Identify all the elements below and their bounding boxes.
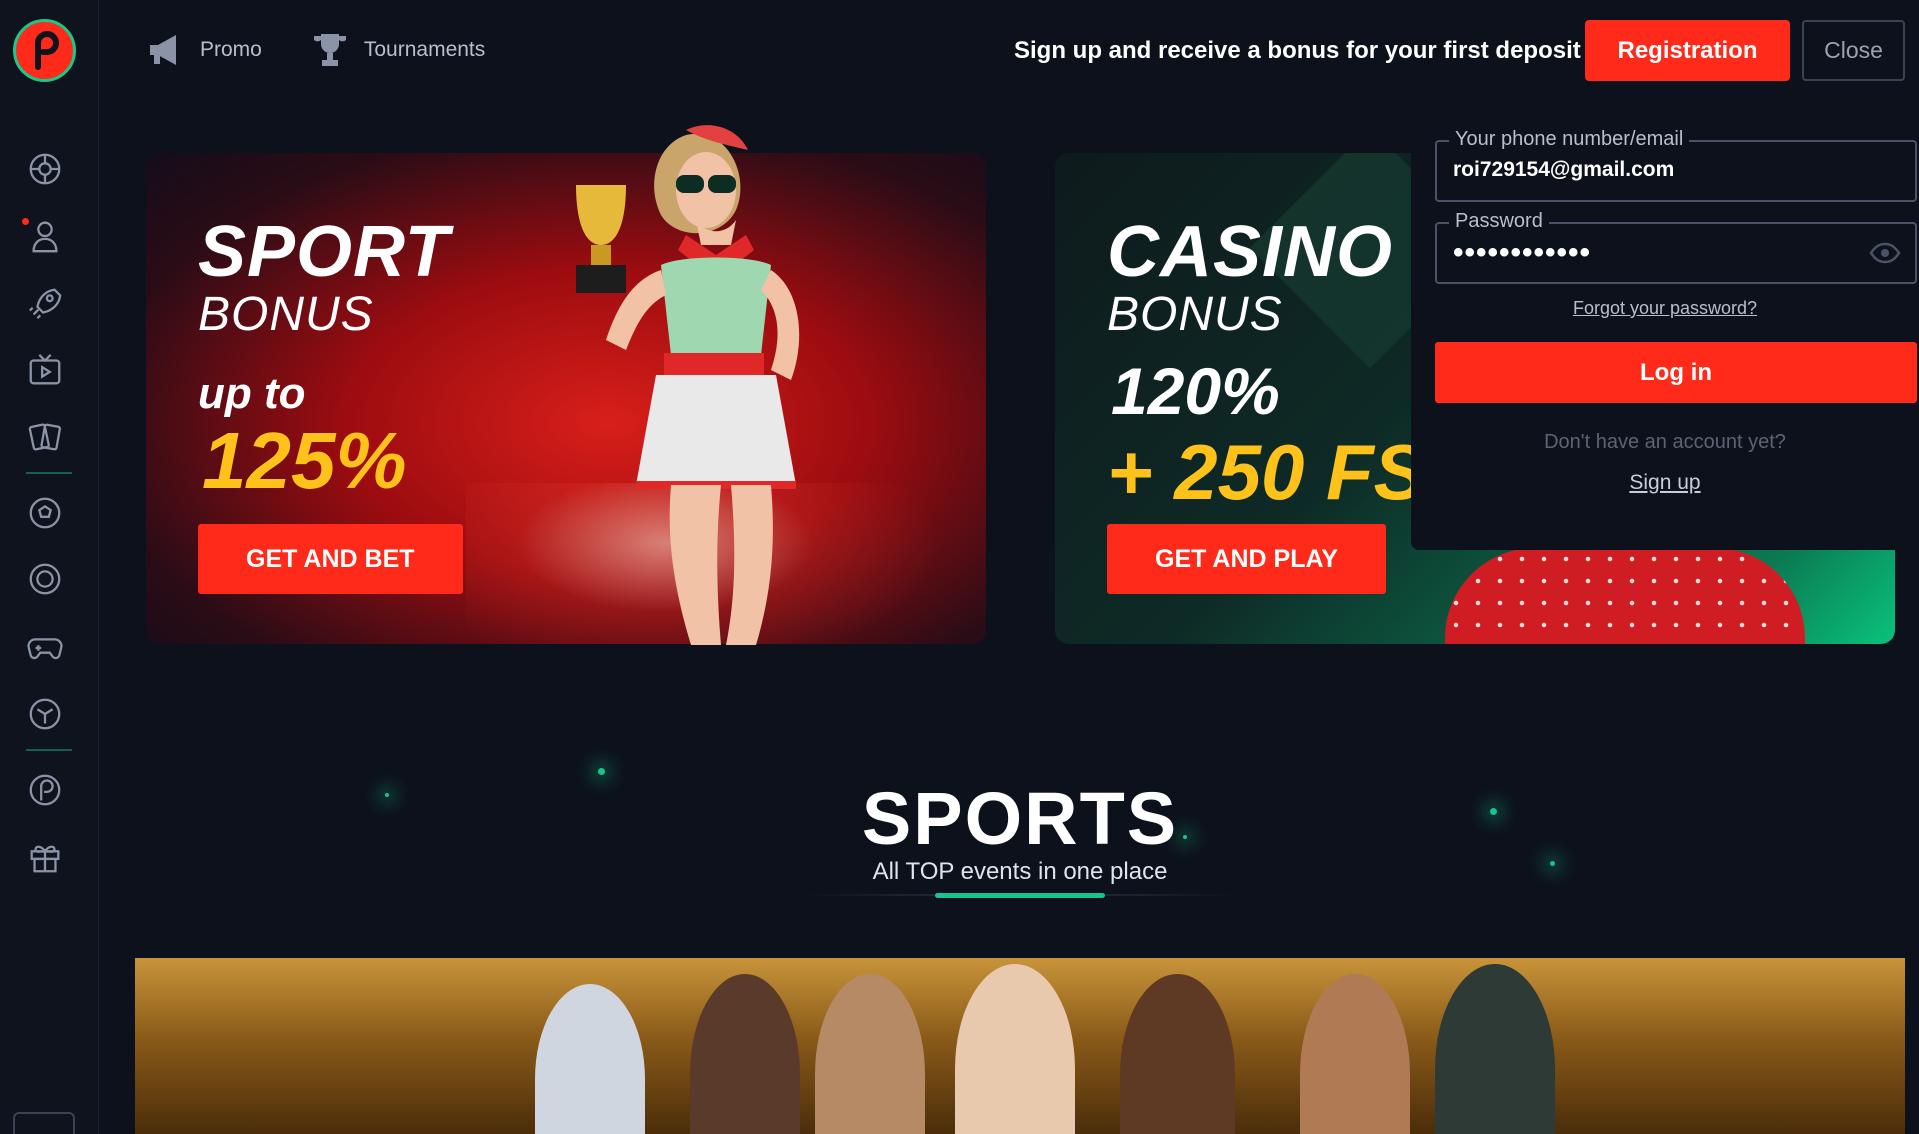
rocket-icon[interactable]	[24, 282, 66, 324]
password-value: ••••••••••••	[1453, 236, 1592, 269]
logo-icon	[34, 30, 59, 70]
sidebar-bottom-widget[interactable]	[13, 1112, 75, 1134]
live-icon[interactable]	[24, 215, 66, 257]
sports-divider-accent	[935, 893, 1105, 898]
casino-banner-subtitle: BONUS	[1107, 288, 1283, 341]
show-password-icon[interactable]	[1869, 242, 1901, 264]
nav-promo[interactable]: Promo	[146, 30, 262, 70]
get-and-play-button[interactable]: GET AND PLAY	[1107, 524, 1386, 594]
sports-icon[interactable]	[24, 148, 66, 190]
cards-icon[interactable]	[24, 416, 66, 458]
casino-banner-percent: 120%	[1111, 354, 1280, 428]
megaphone-icon	[150, 35, 176, 65]
login-button[interactable]: Log in	[1435, 342, 1917, 403]
athlete-football	[955, 964, 1075, 1134]
logo[interactable]	[13, 19, 76, 82]
sidebar	[0, 0, 99, 1134]
banner-woman-illustration	[576, 125, 800, 645]
trophy-icon	[313, 34, 346, 66]
phone-email-field[interactable]: Your phone number/email roi729154@gmail.…	[1435, 128, 1917, 202]
registration-button[interactable]: Registration	[1585, 20, 1790, 81]
top-nav: Promo Tournaments	[146, 30, 485, 70]
signup-promo-text: Sign up and receive a bonus for your fir…	[1014, 37, 1581, 64]
casino-banner-free-spins: + 250 FS	[1107, 428, 1426, 516]
nav-promo-label: Promo	[200, 38, 262, 61]
athlete-hockey	[535, 984, 645, 1134]
athlete-basketball	[1120, 974, 1235, 1134]
athlete-cricket	[1300, 974, 1410, 1134]
no-account-text: Don't have an account yet?	[1544, 431, 1786, 453]
nav-tournaments[interactable]: Tournaments	[310, 30, 485, 70]
sports-athletes-banner[interactable]	[135, 958, 1905, 1134]
password-label: Password	[1449, 210, 1549, 233]
sidebar-divider	[26, 472, 72, 474]
sport-banner-upto: up to	[198, 369, 306, 418]
athlete-tennis	[815, 974, 925, 1134]
phone-email-value: roi729154@gmail.com	[1453, 158, 1675, 181]
glow-dot	[598, 768, 605, 775]
password-field[interactable]: Password ••••••••••••	[1435, 210, 1917, 284]
nav-tournaments-label: Tournaments	[363, 38, 486, 61]
athlete-mma	[690, 974, 800, 1134]
esports-icon[interactable]	[24, 693, 66, 735]
get-and-bet-button[interactable]: GET AND BET	[198, 524, 463, 594]
login-panel: Your phone number/email roi729154@gmail.…	[1411, 113, 1919, 550]
casino-banner-title: CASINO	[1107, 212, 1394, 292]
close-button[interactable]: Close	[1802, 20, 1905, 81]
phone-email-label: Your phone number/email	[1449, 128, 1690, 151]
target-icon[interactable]	[24, 558, 66, 600]
signup-link[interactable]: Sign up	[1411, 471, 1919, 495]
sport-banner-percent: 125%	[202, 416, 407, 505]
tv-icon[interactable]	[24, 349, 66, 391]
athlete-f1	[1435, 964, 1555, 1134]
gamepad-icon[interactable]	[24, 626, 66, 668]
sports-section-subtitle: All TOP events in one place	[872, 858, 1168, 885]
forgot-password-link[interactable]: Forgot your password?	[1411, 298, 1919, 319]
sport-banner-title: SPORT	[198, 212, 450, 292]
sidebar-divider	[26, 749, 72, 751]
sports-section-title: SPORTS	[861, 777, 1179, 860]
football-icon[interactable]	[24, 492, 66, 534]
polka-dot-dress-decoration	[1445, 548, 1805, 644]
sport-banner-subtitle: BONUS	[198, 288, 374, 341]
